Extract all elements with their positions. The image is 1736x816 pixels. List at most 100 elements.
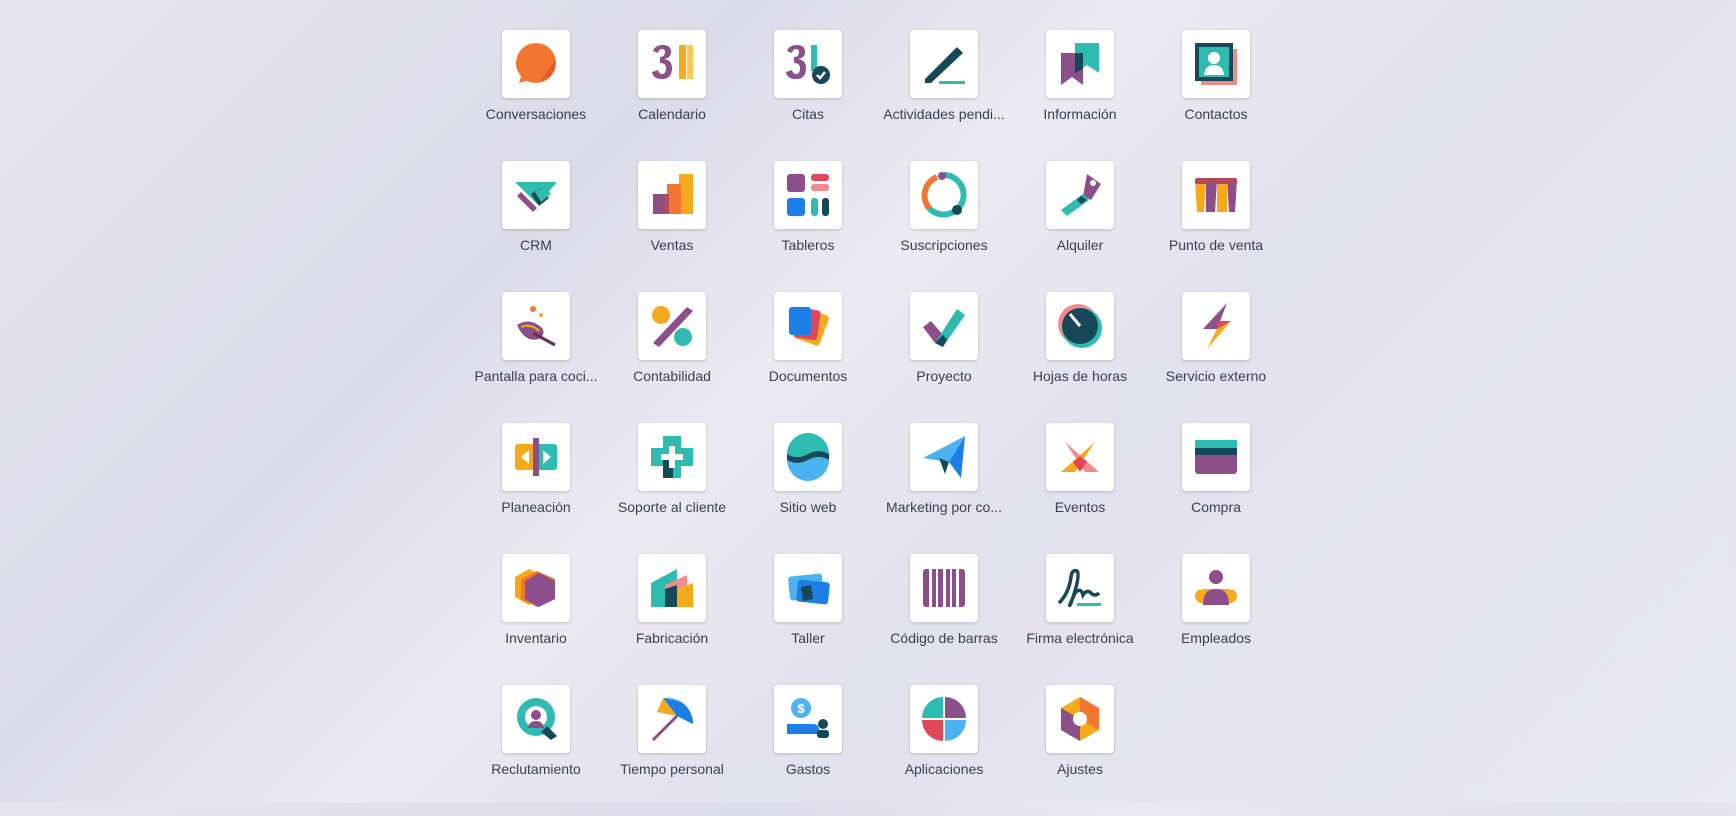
handshake-icon (502, 161, 570, 229)
svg-text:$: $ (797, 701, 805, 716)
app-ventas[interactable]: Ventas (604, 161, 740, 292)
app-marketing[interactable]: Marketing por co... (876, 423, 1012, 554)
app-label: Compra (1191, 499, 1241, 515)
expenses-icon: $ (774, 685, 842, 753)
app-taller[interactable]: Taller (740, 554, 876, 685)
app-conversaciones[interactable]: Conversaciones (468, 30, 604, 161)
credit-card-icon (1182, 423, 1250, 491)
app-label: Reclutamiento (491, 761, 581, 777)
app-citas[interactable]: Citas (740, 30, 876, 161)
app-label: Conversaciones (485, 106, 587, 122)
app-label: Eventos (1054, 499, 1106, 515)
timer-icon (1046, 292, 1114, 360)
planning-icon (502, 423, 570, 491)
app-label: Suscripciones (900, 237, 988, 253)
app-label: Tiempo personal (620, 761, 724, 777)
appointment-icon (774, 30, 842, 98)
app-contactos[interactable]: Contactos (1148, 30, 1284, 161)
documents-icon (774, 292, 842, 360)
app-informacion[interactable]: Información (1012, 30, 1148, 161)
app-soporte[interactable]: Soporte al cliente (604, 423, 740, 554)
key-icon (1046, 161, 1114, 229)
app-hojas-de-horas[interactable]: Hojas de horas (1012, 292, 1148, 423)
app-label: Servicio externo (1165, 368, 1267, 384)
app-suscripciones[interactable]: Suscripciones (876, 161, 1012, 292)
app-label: Tableros (781, 237, 835, 253)
app-grid: Conversaciones Calendario Citas Activida… (468, 30, 1284, 816)
employees-icon (1182, 554, 1250, 622)
app-alquiler[interactable]: Alquiler (1012, 161, 1148, 292)
app-label: Aplicaciones (904, 761, 984, 777)
app-label: Documentos (768, 368, 848, 384)
app-label: Sitio web (779, 499, 837, 515)
app-calendario[interactable]: Calendario (604, 30, 740, 161)
app-label: Inventario (505, 630, 567, 646)
app-label: Citas (792, 106, 824, 122)
app-label: Gastos (785, 761, 831, 777)
app-codigo-barras[interactable]: Código de barras (876, 554, 1012, 685)
app-label: Firma electrónica (1026, 630, 1134, 646)
app-label: Marketing por co... (886, 499, 1002, 515)
app-crm[interactable]: CRM (468, 161, 604, 292)
app-actividades[interactable]: Actividades pendi... (876, 30, 1012, 161)
app-documentos[interactable]: Documentos (740, 292, 876, 423)
event-icon (1046, 423, 1114, 491)
app-proyecto[interactable]: Proyecto (876, 292, 1012, 423)
app-label: Pantalla para coci... (474, 368, 598, 384)
recruitment-icon (502, 685, 570, 753)
app-label: Contactos (1184, 106, 1248, 122)
app-label: Actividades pendi... (883, 106, 1005, 122)
signature-icon (1046, 554, 1114, 622)
app-label: Ajustes (1057, 761, 1103, 777)
app-label: Alquiler (1056, 237, 1104, 253)
barcode-icon (910, 554, 978, 622)
app-eventos[interactable]: Eventos (1012, 423, 1148, 554)
app-label: Empleados (1180, 630, 1252, 646)
app-label: Planeación (501, 499, 571, 515)
umbrella-icon (638, 685, 706, 753)
apps-icon (910, 685, 978, 753)
app-ajustes[interactable]: Ajustes (1012, 685, 1148, 816)
app-firma[interactable]: Firma electrónica (1012, 554, 1148, 685)
app-planeacion[interactable]: Planeación (468, 423, 604, 554)
app-label: Punto de venta (1168, 237, 1264, 253)
dashboard-icon (774, 161, 842, 229)
factory-icon (638, 554, 706, 622)
workshop-icon (774, 554, 842, 622)
app-reclutamiento[interactable]: Reclutamiento (468, 685, 604, 816)
paper-plane-icon (910, 423, 978, 491)
app-tableros[interactable]: Tableros (740, 161, 876, 292)
app-gastos[interactable]: $ Gastos (740, 685, 876, 816)
pen-icon (910, 30, 978, 98)
app-compra[interactable]: Compra (1148, 423, 1284, 554)
app-inventario[interactable]: Inventario (468, 554, 604, 685)
check-icon (910, 292, 978, 360)
app-servicio-externo[interactable]: Servicio externo (1148, 292, 1284, 423)
calendar-icon (638, 30, 706, 98)
globe-icon (774, 423, 842, 491)
sales-chart-icon (638, 161, 706, 229)
lightning-icon (1182, 292, 1250, 360)
app-label: Calendario (638, 106, 706, 122)
app-label: Ventas (650, 237, 694, 253)
app-label: Taller (791, 630, 825, 646)
app-label: Información (1043, 106, 1117, 122)
app-label: Fabricación (635, 630, 709, 646)
shop-awning-icon (1182, 161, 1250, 229)
app-empleados[interactable]: Empleados (1148, 554, 1284, 685)
recurring-icon (910, 161, 978, 229)
app-sitio-web[interactable]: Sitio web (740, 423, 876, 554)
app-label: Código de barras (890, 630, 998, 646)
app-pantalla-cocina[interactable]: Pantalla para coci... (468, 292, 604, 423)
app-tiempo-personal[interactable]: Tiempo personal (604, 685, 740, 816)
contact-card-icon (1182, 30, 1250, 98)
app-label: CRM (520, 237, 552, 253)
kitchen-icon (502, 292, 570, 360)
app-fabricacion[interactable]: Fabricación (604, 554, 740, 685)
app-contabilidad[interactable]: Contabilidad (604, 292, 740, 423)
app-aplicaciones[interactable]: Aplicaciones (876, 685, 1012, 816)
percent-icon (638, 292, 706, 360)
box-icon (502, 554, 570, 622)
app-label: Proyecto (916, 368, 972, 384)
app-punto-de-venta[interactable]: Punto de venta (1148, 161, 1284, 292)
